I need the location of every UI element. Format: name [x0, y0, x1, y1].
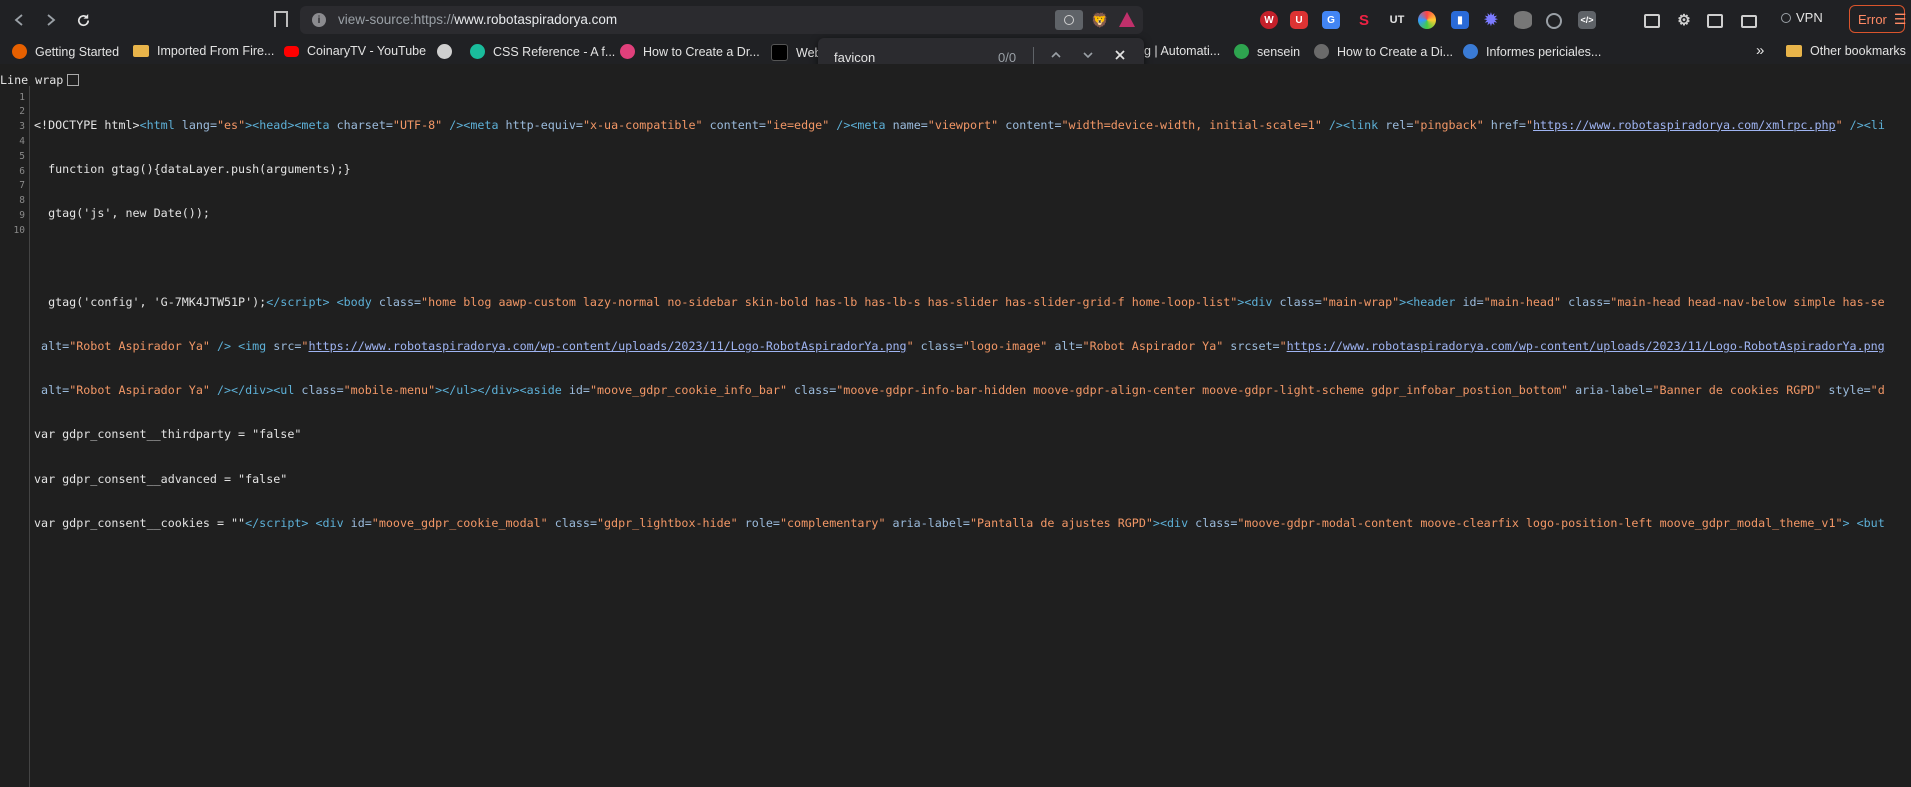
- error-label: Error: [1858, 11, 1887, 27]
- bookmark-item[interactable]: Imported From Fire...: [133, 44, 274, 58]
- find-next-button[interactable]: [1082, 48, 1094, 64]
- brave-rewards-icon[interactable]: [1119, 12, 1135, 27]
- wordpress-icon: [1463, 44, 1478, 59]
- wallet-icon[interactable]: [1741, 15, 1757, 28]
- line-number: 9: [19, 210, 25, 221]
- close-icon: [1115, 50, 1125, 60]
- reader-mode-icon[interactable]: [1055, 10, 1083, 30]
- source-link[interactable]: https://www.robotaspiradorya.com/xmlrpc.…: [1533, 118, 1836, 132]
- view-source-content: Line wrap 1 2 3 4 5 6 7 8 9 10 <!DOCTYPE…: [0, 64, 1911, 787]
- line-wrap-checkbox[interactable]: [67, 74, 80, 86]
- hamburger-menu-icon: ☰: [1893, 10, 1907, 27]
- line-number: 2: [19, 106, 25, 117]
- circle-extension-icon[interactable]: [1546, 13, 1562, 29]
- line-wrap-toggle[interactable]: Line wrap: [0, 73, 80, 87]
- source-line: var gdpr_consent__cookies = ""</script> …: [34, 515, 1885, 530]
- translate-icon[interactable]: G: [1322, 11, 1340, 29]
- bookmark-item[interactable]: g | Automati...: [1144, 44, 1220, 58]
- line-number: 3: [19, 121, 25, 132]
- bookmark-item[interactable]: Getting Started: [12, 44, 119, 59]
- vpn-status-icon: [1781, 12, 1791, 23]
- more-bookmarks-button[interactable]: »: [1756, 42, 1764, 59]
- color-picker-icon[interactable]: [1418, 11, 1436, 29]
- folder-icon: [1786, 45, 1802, 57]
- source-line: var gdpr_consent__advanced = "false": [34, 471, 288, 486]
- forward-button[interactable]: [40, 9, 62, 31]
- line-number: 10: [13, 225, 25, 236]
- vpn-label: VPN: [1796, 10, 1823, 25]
- line-number: 1: [19, 92, 25, 103]
- source-line: function gtag(){dataLayer.push(arguments…: [34, 161, 351, 176]
- bookmark-item[interactable]: [437, 44, 460, 59]
- source-line: gtag('config', 'G-7MK4JTW51P');</script>…: [34, 294, 1885, 309]
- sigma-icon[interactable]: S: [1355, 11, 1373, 29]
- line-number: 8: [19, 195, 25, 206]
- line-number: 7: [19, 180, 25, 191]
- share-icon: [1314, 44, 1329, 59]
- firefox-icon: [12, 44, 27, 59]
- star-badge-icon: [620, 44, 635, 59]
- find-previous-button[interactable]: [1050, 48, 1062, 64]
- gear-extension-icon[interactable]: ✹: [1482, 11, 1500, 29]
- bookmark-item[interactable]: CSS Reference - A f...: [470, 44, 615, 59]
- source-line: <!DOCTYPE html><html lang="es"><head><me…: [34, 117, 1885, 132]
- bookmark-item[interactable]: Web: [771, 44, 821, 61]
- browser-toolbar: i view-source:https://www.robotaspirador…: [0, 0, 1911, 40]
- find-close-button[interactable]: [1114, 48, 1126, 64]
- globe-icon: [437, 44, 452, 59]
- w-icon: [1234, 44, 1249, 59]
- youtube-icon: [284, 45, 299, 57]
- source-line: gtag('js', new Date());: [34, 206, 210, 220]
- chevron-up-icon: [1051, 51, 1061, 58]
- bookmark-manager-icon[interactable]: ▮: [1451, 11, 1469, 29]
- source-line: alt="Robot Aspirador Ya" /> <img src="ht…: [34, 338, 1885, 353]
- source-code: <!DOCTYPE html><html lang="es"><head><me…: [34, 88, 1885, 560]
- line-number-gutter: 1 2 3 4 5 6 7 8 9 10: [0, 86, 30, 787]
- line-number: 4: [19, 136, 25, 147]
- reload-icon: [77, 13, 89, 26]
- bookmark-item[interactable]: How to Create a Di...: [1314, 44, 1453, 59]
- url-text[interactable]: view-source:https://www.robotaspiradorya…: [338, 12, 617, 27]
- vpn-button[interactable]: VPN: [1781, 10, 1823, 25]
- bookmark-item[interactable]: CoinaryTV - YouTube: [284, 44, 426, 58]
- terminal-icon: [771, 44, 788, 61]
- error-button[interactable]: Error ☰: [1849, 5, 1907, 33]
- source-line: alt="Robot Aspirador Ya" /></div><ul cla…: [34, 383, 1885, 397]
- source-line: [34, 250, 1885, 265]
- back-arrow-icon: [14, 14, 23, 26]
- bookmark-item[interactable]: sensein: [1234, 44, 1300, 59]
- line-number: 5: [19, 151, 25, 162]
- database-icon[interactable]: [1514, 11, 1532, 29]
- source-line: var gdpr_consent__thirdparty = "false": [34, 427, 302, 442]
- source-link[interactable]: https://www.robotaspiradorya.com/wp-cont…: [1287, 339, 1885, 353]
- brave-shields-icon[interactable]: 🦁: [1091, 12, 1108, 28]
- wappalyzer-icon[interactable]: W: [1260, 11, 1278, 29]
- other-bookmarks-folder[interactable]: Other bookmarks: [1786, 44, 1906, 58]
- find-input[interactable]: favicon: [834, 50, 875, 65]
- source-link[interactable]: https://www.robotaspiradorya.com/wp-cont…: [308, 339, 906, 353]
- sidebar-icon[interactable]: [1707, 14, 1723, 28]
- back-button[interactable]: [8, 9, 30, 31]
- window-icon[interactable]: [1644, 14, 1660, 28]
- chevron-down-icon: [1083, 52, 1093, 59]
- line-number: 6: [19, 166, 25, 177]
- site-info-icon[interactable]: i: [312, 13, 326, 27]
- extensions-puzzle-icon[interactable]: ⚙: [1675, 11, 1693, 29]
- folder-icon: [133, 45, 149, 57]
- address-bar[interactable]: i view-source:https://www.robotaspirador…: [300, 6, 1143, 34]
- ublock-icon[interactable]: U: [1290, 11, 1308, 29]
- find-match-count: 0/0: [998, 50, 1017, 65]
- line-wrap-label: Line wrap: [0, 73, 64, 87]
- code-extension-icon[interactable]: </>: [1578, 11, 1596, 29]
- bookmark-item[interactable]: How to Create a Dr...: [620, 44, 760, 59]
- reload-button[interactable]: [72, 9, 94, 31]
- ua-switcher-icon[interactable]: UT: [1388, 11, 1406, 29]
- forward-arrow-icon: [47, 14, 56, 26]
- css-reference-icon: [470, 44, 485, 59]
- bookmark-icon[interactable]: [274, 11, 288, 27]
- bookmark-item[interactable]: Informes periciales...: [1463, 44, 1601, 59]
